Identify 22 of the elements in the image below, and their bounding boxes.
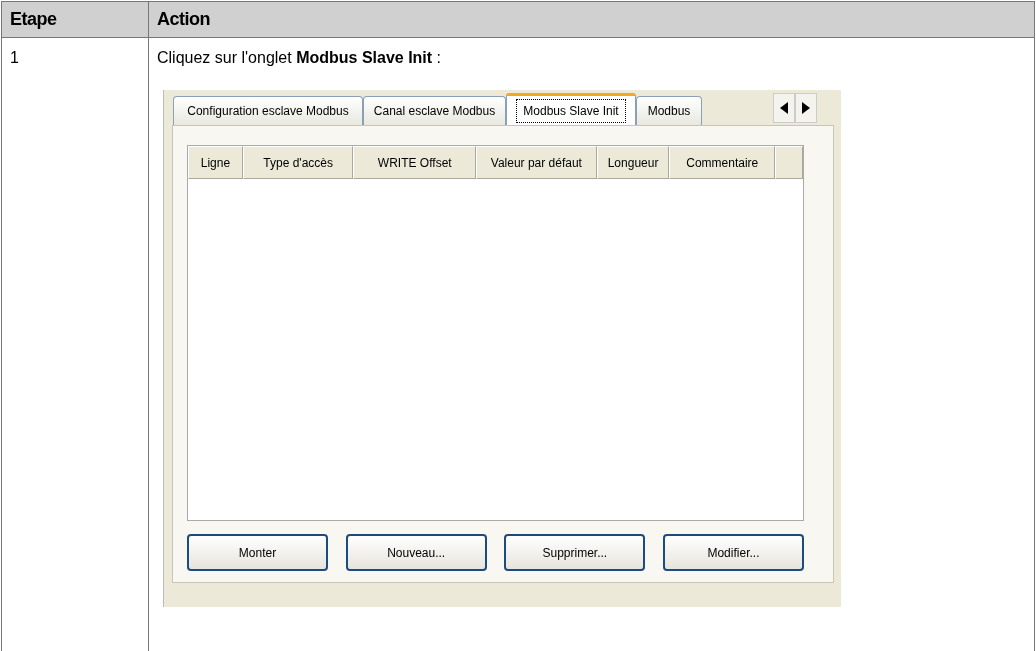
tab[interactable]: Modbus Slave Init (506, 93, 636, 125)
dialog-button[interactable]: Modifier... (662, 534, 804, 571)
column-header[interactable]: Commentaire (669, 146, 776, 179)
column-header: Action (156, 8, 211, 31)
tab[interactable]: Configuration esclave Modbus (173, 96, 363, 125)
column-header[interactable]: WRITE Offset (353, 146, 477, 179)
instruction-text: Cliquez sur l'onglet Modbus Slave Init : (157, 48, 443, 68)
dialog-button[interactable]: Nouveau... (345, 534, 487, 571)
column-header[interactable]: Valeur par défaut (476, 146, 597, 179)
dialog-button[interactable]: Supprimer... (504, 534, 646, 571)
left-arrow-icon (780, 102, 788, 114)
scroll-left-button[interactable] (773, 93, 795, 123)
column-header[interactable]: Ligne (188, 146, 243, 179)
column-header[interactable]: Longueur (596, 146, 670, 179)
dialog-button[interactable]: Monter (187, 534, 328, 571)
column-header[interactable]: Type d'accès (242, 146, 354, 179)
scroll-right-button[interactable] (795, 93, 817, 123)
tab[interactable]: Modbus (636, 96, 702, 125)
column-header: Etape (2, 2, 149, 37)
tab[interactable]: Canal esclave Modbus (363, 96, 506, 125)
right-arrow-icon (802, 102, 810, 114)
step-number: 1 (10, 49, 19, 66)
